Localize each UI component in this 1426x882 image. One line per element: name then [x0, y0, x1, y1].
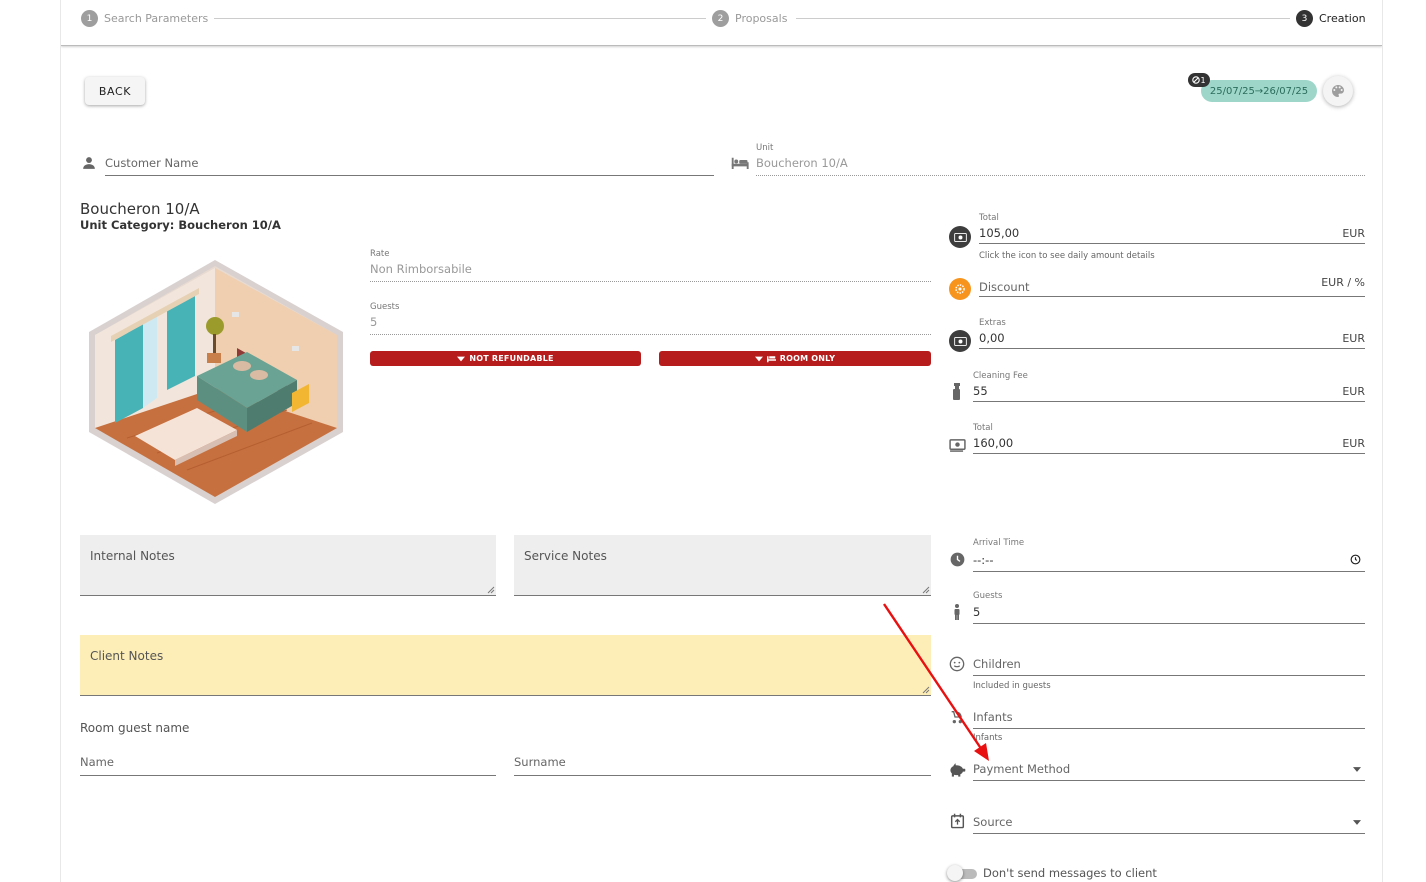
- palette-icon: [1332, 85, 1344, 97]
- stepper: 1 Search Parameters 2 Proposals 3 Creati…: [61, 0, 1382, 46]
- total-input[interactable]: 105,00 EUR: [979, 222, 1365, 244]
- guest-first-name-input[interactable]: Name: [80, 752, 496, 776]
- caret-down-icon: [754, 356, 763, 361]
- room-only-label: ROOM ONLY: [779, 354, 836, 363]
- rate-value: Non Rimborsabile: [370, 262, 472, 276]
- not-refundable-button[interactable]: NOT REFUNDABLE: [370, 351, 641, 366]
- guest-first-name-placeholder: Name: [80, 755, 114, 769]
- total-value: 105,00: [979, 226, 1020, 240]
- step-number: 3: [1296, 10, 1313, 27]
- money-icon: [953, 232, 967, 242]
- no-messages-toggle-knob[interactable]: [947, 865, 963, 881]
- discount-input[interactable]: Discount EUR / %: [979, 275, 1365, 297]
- client-notes-label: Client Notes: [90, 649, 164, 663]
- cash-icon: [948, 437, 966, 453]
- palette-button[interactable]: [1323, 76, 1353, 106]
- guest-surname-input[interactable]: Surname: [514, 752, 931, 776]
- spray-bottle-icon: [950, 382, 964, 400]
- payment-method-select[interactable]: Payment Method: [973, 757, 1365, 781]
- grand-total-field[interactable]: 160,00 EUR: [973, 432, 1365, 454]
- person-icon: [81, 155, 97, 171]
- resize-grip-icon[interactable]: [487, 586, 495, 594]
- chevron-down-icon[interactable]: [1353, 767, 1361, 772]
- cleaning-fee-value: 55: [973, 384, 988, 398]
- extras-value: 0,00: [979, 331, 1005, 345]
- children-input[interactable]: Children: [973, 652, 1365, 676]
- guests-input[interactable]: 5: [973, 600, 1365, 624]
- arrival-time-value: --:--: [973, 553, 994, 567]
- calendar-icon: [949, 812, 965, 830]
- grand-total-value: 160,00: [973, 436, 1014, 450]
- cleaning-fee-input[interactable]: 55 EUR: [973, 380, 1365, 402]
- room-only-button[interactable]: ROOM ONLY: [659, 351, 931, 366]
- discount-button[interactable]: [949, 278, 971, 300]
- chevron-down-icon[interactable]: [1353, 820, 1361, 825]
- discount-placeholder: Discount: [979, 280, 1030, 294]
- total-unit: EUR: [1342, 227, 1365, 240]
- rate-field: Non Rimborsabile: [370, 258, 931, 282]
- back-button[interactable]: BACK: [85, 77, 145, 105]
- step-number: 1: [81, 10, 98, 27]
- nights-badge: 1: [1188, 73, 1210, 87]
- property-title: Boucheron 10/A: [80, 200, 200, 218]
- step-label: Search Parameters: [104, 12, 209, 25]
- guests-readonly-value: 5: [370, 315, 378, 329]
- arrival-time-input[interactable]: --:--: [973, 548, 1365, 572]
- no-messages-label: Don't send messages to client: [983, 866, 1157, 880]
- step-search-parameters[interactable]: 1 Search Parameters: [75, 10, 215, 27]
- client-notes-textarea[interactable]: Client Notes: [80, 635, 931, 696]
- daily-amount-details-button[interactable]: [949, 226, 971, 248]
- extras-input[interactable]: 0,00 EUR: [979, 327, 1365, 349]
- service-notes-textarea[interactable]: Service Notes: [514, 535, 931, 596]
- source-select[interactable]: Source: [973, 810, 1365, 834]
- step-number: 2: [712, 10, 729, 27]
- step-label: Proposals: [735, 12, 788, 25]
- unit-field: Boucheron 10/A: [756, 152, 1365, 176]
- stepper-connector: [211, 18, 716, 19]
- unit-category: Unit Category: Boucheron 10/A: [80, 218, 281, 232]
- room-illustration: [89, 260, 343, 504]
- clock-picker-icon[interactable]: [1350, 554, 1361, 565]
- nights-count: 1: [1200, 75, 1206, 85]
- extras-unit: EUR: [1342, 332, 1365, 345]
- bed-small-icon: [766, 356, 776, 363]
- internal-notes-textarea[interactable]: Internal Notes: [80, 535, 496, 596]
- arrival-time-label: Arrival Time: [973, 538, 1025, 548]
- service-notes-label: Service Notes: [524, 549, 607, 563]
- guests-readonly-field: 5: [370, 311, 931, 335]
- infants-input[interactable]: Infants: [973, 705, 1365, 729]
- money-icon: [953, 336, 967, 346]
- booking-creation-card: 1 Search Parameters 2 Proposals 3 Creati…: [60, 0, 1383, 882]
- annotation-arrow: [883, 603, 989, 761]
- room-guest-name-heading: Room guest name: [80, 721, 190, 735]
- internal-notes-label: Internal Notes: [90, 549, 175, 563]
- discount-unit: EUR / %: [1321, 276, 1365, 289]
- step-proposals[interactable]: 2 Proposals: [706, 10, 794, 27]
- guest-surname-placeholder: Surname: [514, 755, 566, 769]
- grand-total-unit: EUR: [1342, 437, 1365, 450]
- customer-name-input[interactable]: Customer Name: [105, 152, 714, 176]
- not-refundable-label: NOT REFUNDABLE: [469, 354, 554, 363]
- source-placeholder: Source: [973, 815, 1013, 829]
- caret-down-icon: [457, 356, 466, 361]
- clock-icon: [949, 551, 965, 567]
- stepper-connector: [796, 18, 1291, 19]
- step-creation[interactable]: 3 Creation: [1290, 10, 1372, 27]
- customer-name-placeholder: Customer Name: [105, 156, 199, 170]
- unit-value: Boucheron 10/A: [756, 156, 848, 170]
- moon-icon: [1192, 76, 1201, 84]
- step-label: Creation: [1319, 12, 1366, 25]
- resize-grip-icon[interactable]: [922, 586, 930, 594]
- date-range-chip[interactable]: 25/07/25→26/07/25: [1201, 80, 1317, 102]
- total-hint: Click the icon to see daily amount detai…: [979, 251, 1155, 261]
- extras-button[interactable]: [949, 330, 971, 352]
- discount-icon: [955, 284, 965, 294]
- cleaning-fee-unit: EUR: [1342, 385, 1365, 398]
- bed-icon: [731, 155, 749, 171]
